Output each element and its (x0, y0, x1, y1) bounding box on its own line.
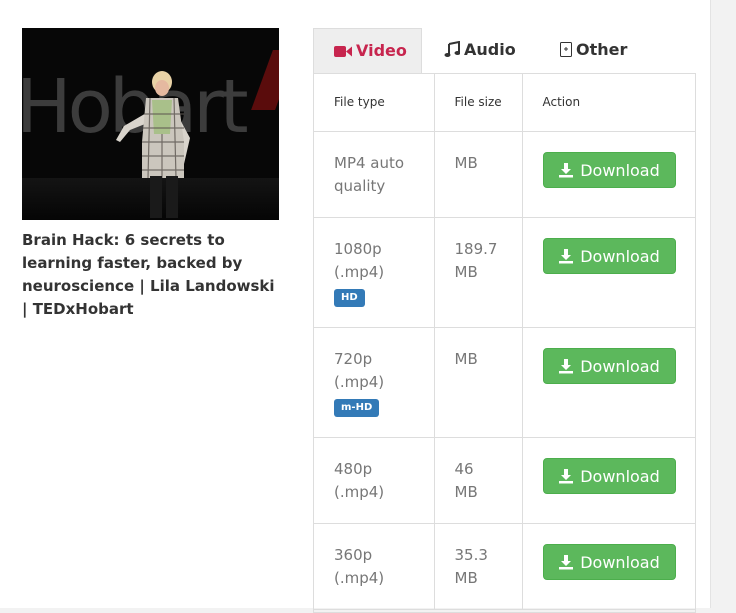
file-type-text: 480p (.mp4) (334, 460, 385, 501)
music-note-icon (444, 40, 461, 57)
download-icon (559, 469, 574, 484)
table-row: 1080p (.mp4) HD 189.7 MB Download (314, 217, 695, 328)
tab-audio[interactable]: Audio (444, 28, 534, 73)
download-label: Download (580, 161, 660, 180)
download-button[interactable]: Download (542, 348, 676, 384)
header-file-type: File type (314, 74, 435, 132)
header-file-size: File size (434, 74, 523, 132)
tab-video[interactable]: Video (313, 28, 422, 73)
action-cell: Download (522, 131, 695, 218)
download-button[interactable]: Download (542, 458, 676, 494)
file-size-cell: 35.3 MB (434, 523, 523, 610)
table-row: MP4 auto quality MB Download (314, 131, 695, 218)
video-camera-icon (334, 46, 352, 57)
tab-other-label: Other (576, 40, 628, 59)
file-size-text: 35.3 MB (454, 546, 488, 587)
format-tabs: Video Audio Other (313, 28, 696, 73)
file-type-cell: 480p (.mp4) (314, 437, 435, 524)
table-row: 360p (.mp4) 35.3 MB Download (314, 523, 695, 610)
action-cell: Download (522, 437, 695, 524)
download-label: Download (580, 553, 660, 572)
content-panel: Hobart Brain Hack: 6 secrets to learning… (0, 0, 711, 613)
file-size-cell: MB (434, 327, 523, 438)
file-type-cell: 720p (.mp4) m-HD (314, 327, 435, 438)
file-type-text: 720p (.mp4) (334, 350, 385, 391)
file-size-cell: 189.7 MB (434, 217, 523, 328)
tedx-x-mark (251, 50, 279, 110)
tab-other[interactable]: Other (560, 28, 650, 73)
table-row: 720p (.mp4) m-HD MB Download (314, 327, 695, 438)
quality-badge: m-HD (334, 399, 380, 417)
download-button[interactable]: Download (542, 544, 676, 580)
file-size-cell: MB (434, 131, 523, 218)
download-label: Download (580, 247, 660, 266)
file-size-text: 46 MB (454, 460, 478, 501)
file-icon (560, 42, 572, 57)
download-button[interactable]: Download (542, 238, 676, 274)
download-table: File type File size Action MP4 auto qual… (313, 73, 696, 613)
download-icon (559, 163, 574, 178)
table-row: 480p (.mp4) 46 MB Download (314, 437, 695, 524)
tab-video-label: Video (356, 41, 407, 60)
tab-audio-label: Audio (464, 40, 516, 59)
download-label: Download (580, 467, 660, 486)
speaker-figure (116, 71, 190, 218)
download-icon (559, 555, 574, 570)
file-size-cell: 46 MB (434, 437, 523, 524)
download-icon (559, 359, 574, 374)
action-cell: Download (522, 523, 695, 610)
video-title: Brain Hack: 6 secrets to learning faster… (22, 231, 275, 318)
download-icon (559, 249, 574, 264)
file-type-cell: 360p (.mp4) (314, 523, 435, 610)
file-size-text: 189.7 MB (454, 240, 498, 281)
file-type-text: 360p (.mp4) (334, 546, 385, 587)
action-cell: Download (522, 327, 695, 438)
header-action: Action (522, 74, 695, 132)
quality-badge: HD (334, 289, 365, 307)
video-thumbnail[interactable]: Hobart (22, 28, 279, 220)
file-type-text: MP4 auto quality (334, 154, 405, 195)
file-type-cell: MP4 auto quality (314, 131, 435, 218)
download-label: Download (580, 357, 660, 376)
action-cell: Download (522, 217, 695, 328)
download-button[interactable]: Download (542, 152, 676, 188)
file-type-cell: 1080p (.mp4) HD (314, 217, 435, 328)
file-type-text: 1080p (.mp4) (334, 240, 385, 281)
